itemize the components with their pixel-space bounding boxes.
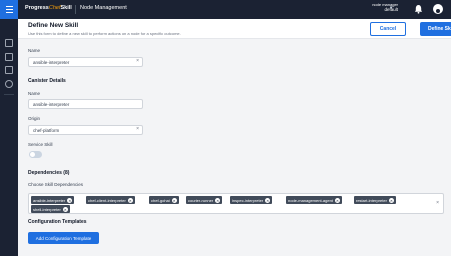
dependency-chip: restart-interpreter × — [354, 196, 396, 204]
settings-icon[interactable] — [5, 80, 13, 88]
skill-name-value: ansible-interpreter — [33, 60, 70, 65]
nodes-icon[interactable] — [5, 39, 13, 47]
page-title: Define New Skill — [28, 22, 79, 29]
chevron-down-icon[interactable]: ▾ — [390, 5, 393, 11]
user-icon — [434, 9, 442, 16]
brand-logo: ProgressChefSkill — [25, 5, 72, 11]
service-skill-label: Service Skill — [28, 142, 53, 147]
menu-icon[interactable] — [0, 0, 18, 19]
remove-icon[interactable]: × — [62, 206, 68, 212]
remove-icon[interactable]: × — [215, 197, 221, 203]
page-subtitle: Use this form to define a new skill to p… — [28, 31, 181, 36]
clear-icon[interactable]: × — [136, 127, 139, 132]
dependencies-heading: Dependencies (8) — [28, 170, 70, 176]
remove-icon[interactable]: × — [265, 197, 271, 203]
canister-name-label: Name — [28, 91, 41, 96]
remove-icon[interactable]: × — [67, 197, 73, 203]
bell-icon[interactable] — [414, 4, 423, 14]
configuration-templates-heading: Configuration Templates — [28, 219, 87, 225]
remove-icon[interactable]: × — [388, 197, 394, 203]
origin-field[interactable]: chef-platform × — [28, 125, 143, 135]
clear-icon[interactable]: × — [136, 59, 139, 64]
origin-value: chef-platform — [33, 128, 60, 133]
top-bar: ProgressChefSkill Node Management node m… — [0, 0, 451, 19]
canister-name-value: ansible-interpreter — [33, 102, 70, 107]
dependency-chip: chef-client-interpreter × — [86, 196, 135, 204]
dependency-chip: inspec-interpreter × — [230, 196, 273, 204]
dependency-chip: courier-runner × — [186, 196, 223, 204]
canister-name-field[interactable]: ansible-interpreter — [28, 99, 143, 109]
remove-icon[interactable]: × — [334, 197, 340, 203]
avatar[interactable] — [433, 4, 443, 16]
clear-all-icon[interactable]: × — [436, 200, 439, 206]
remove-icon[interactable]: × — [127, 197, 133, 203]
choose-dependencies-label: Choose Skill Dependencies — [28, 182, 84, 187]
add-configuration-template-button[interactable]: Add Configuration Template — [28, 232, 99, 244]
dependency-chip: node-management-agent × — [286, 196, 342, 204]
skill-name-field[interactable]: ansible-interpreter × — [28, 57, 143, 67]
dependency-chip: ansible-interpreter × — [31, 196, 75, 204]
service-skill-toggle[interactable] — [29, 151, 42, 158]
dependency-chip: shell-interpreter × — [31, 205, 70, 213]
grid-icon[interactable] — [5, 53, 13, 61]
remove-icon[interactable]: × — [171, 197, 177, 203]
canister-details-heading: Canister Details — [28, 78, 66, 84]
origin-label: Origin — [28, 116, 41, 121]
sidebar-divider — [4, 94, 14, 95]
dependency-chip: chef-gohai × — [149, 196, 179, 204]
page-header: Define New Skill Use this form to define… — [18, 19, 451, 39]
sidebar — [0, 19, 18, 256]
app-title: Node Management — [80, 5, 127, 11]
dependencies-multiselect[interactable]: ansible-interpreter × chef-client-interpr… — [28, 193, 444, 214]
define-skill-button[interactable]: Define Skill — [420, 22, 451, 36]
cancel-button[interactable]: Cancel — [370, 22, 406, 36]
document-icon[interactable] — [5, 66, 13, 74]
divider — [75, 5, 76, 14]
skill-name-label: Name — [28, 48, 41, 53]
